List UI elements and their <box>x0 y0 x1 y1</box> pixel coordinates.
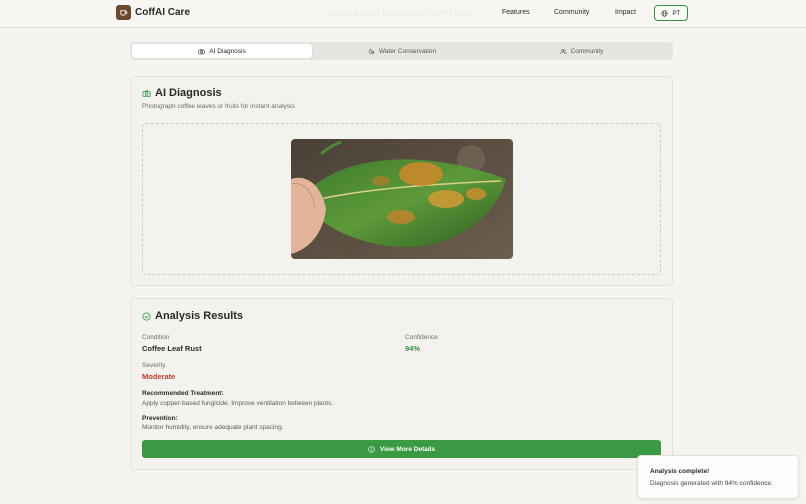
toast-notification[interactable]: Analysis complete! Diagnosis generated w… <box>637 455 799 499</box>
camera-icon <box>142 89 151 97</box>
info-icon <box>368 445 375 453</box>
view-more-details-button[interactable]: View More Details <box>142 440 661 458</box>
confidence-value: 94% <box>405 344 421 353</box>
condition-value: Coffee Leaf Rust <box>142 344 202 353</box>
diagnosis-subtitle: Photograph coffee leaves or fruits for i… <box>142 103 295 110</box>
toast-title: Analysis complete! <box>650 468 710 475</box>
tab-label: Community <box>570 47 604 55</box>
diagnosis-title-text: AI Diagnosis <box>155 87 222 99</box>
camera-icon <box>198 48 205 54</box>
treatment-text: Apply copper-based fungicide. Improve ve… <box>142 400 334 407</box>
confidence-label: Confidence <box>405 334 438 341</box>
coffee-logo-icon[interactable] <box>116 5 131 20</box>
diagnosis-title: AI Diagnosis <box>142 87 222 99</box>
language-label: PT <box>672 9 681 17</box>
severity-label: Severity <box>142 362 166 369</box>
tab-water-conservation[interactable]: Water Conservation <box>312 44 492 58</box>
nav-impact[interactable]: Impact <box>615 9 636 16</box>
nav-features[interactable]: Features <box>502 9 530 16</box>
users-icon <box>559 48 567 54</box>
tab-label: AI Diagnosis <box>209 47 246 55</box>
details-button-label: View More Details <box>379 445 436 453</box>
tab-ai-diagnosis[interactable]: AI Diagnosis <box>132 44 312 58</box>
feature-tabs: AI Diagnosis Water Conservation Communit… <box>130 42 673 60</box>
nav-community[interactable]: Community <box>554 9 589 16</box>
results-title-text: Analysis Results <box>155 310 244 322</box>
droplets-icon <box>368 48 375 54</box>
language-button[interactable]: PT <box>654 5 688 21</box>
results-title: Analysis Results <box>142 310 243 322</box>
top-header: CoffAI Care Test the main features of Co… <box>0 0 806 28</box>
header-ghost-title: Test the main features of CoffAI Care <box>326 8 474 18</box>
tab-community[interactable]: Community <box>492 44 671 58</box>
tab-label: Water Conservation <box>378 47 437 55</box>
coffee-leaf-photo <box>291 139 513 259</box>
brand-name[interactable]: CoffAI Care <box>135 7 190 18</box>
globe-icon <box>661 9 668 17</box>
condition-label: Condition <box>142 334 170 341</box>
toast-text: Diagnosis generated with 94% confidence. <box>650 480 773 487</box>
severity-value: Moderate <box>142 372 176 381</box>
check-circle-icon <box>142 311 151 321</box>
prevention-text: Monitor humidity, ensure adequate plant … <box>142 424 284 431</box>
prevention-title: Prevention: <box>142 415 178 422</box>
treatment-title: Recommended Treatment: <box>142 390 224 397</box>
